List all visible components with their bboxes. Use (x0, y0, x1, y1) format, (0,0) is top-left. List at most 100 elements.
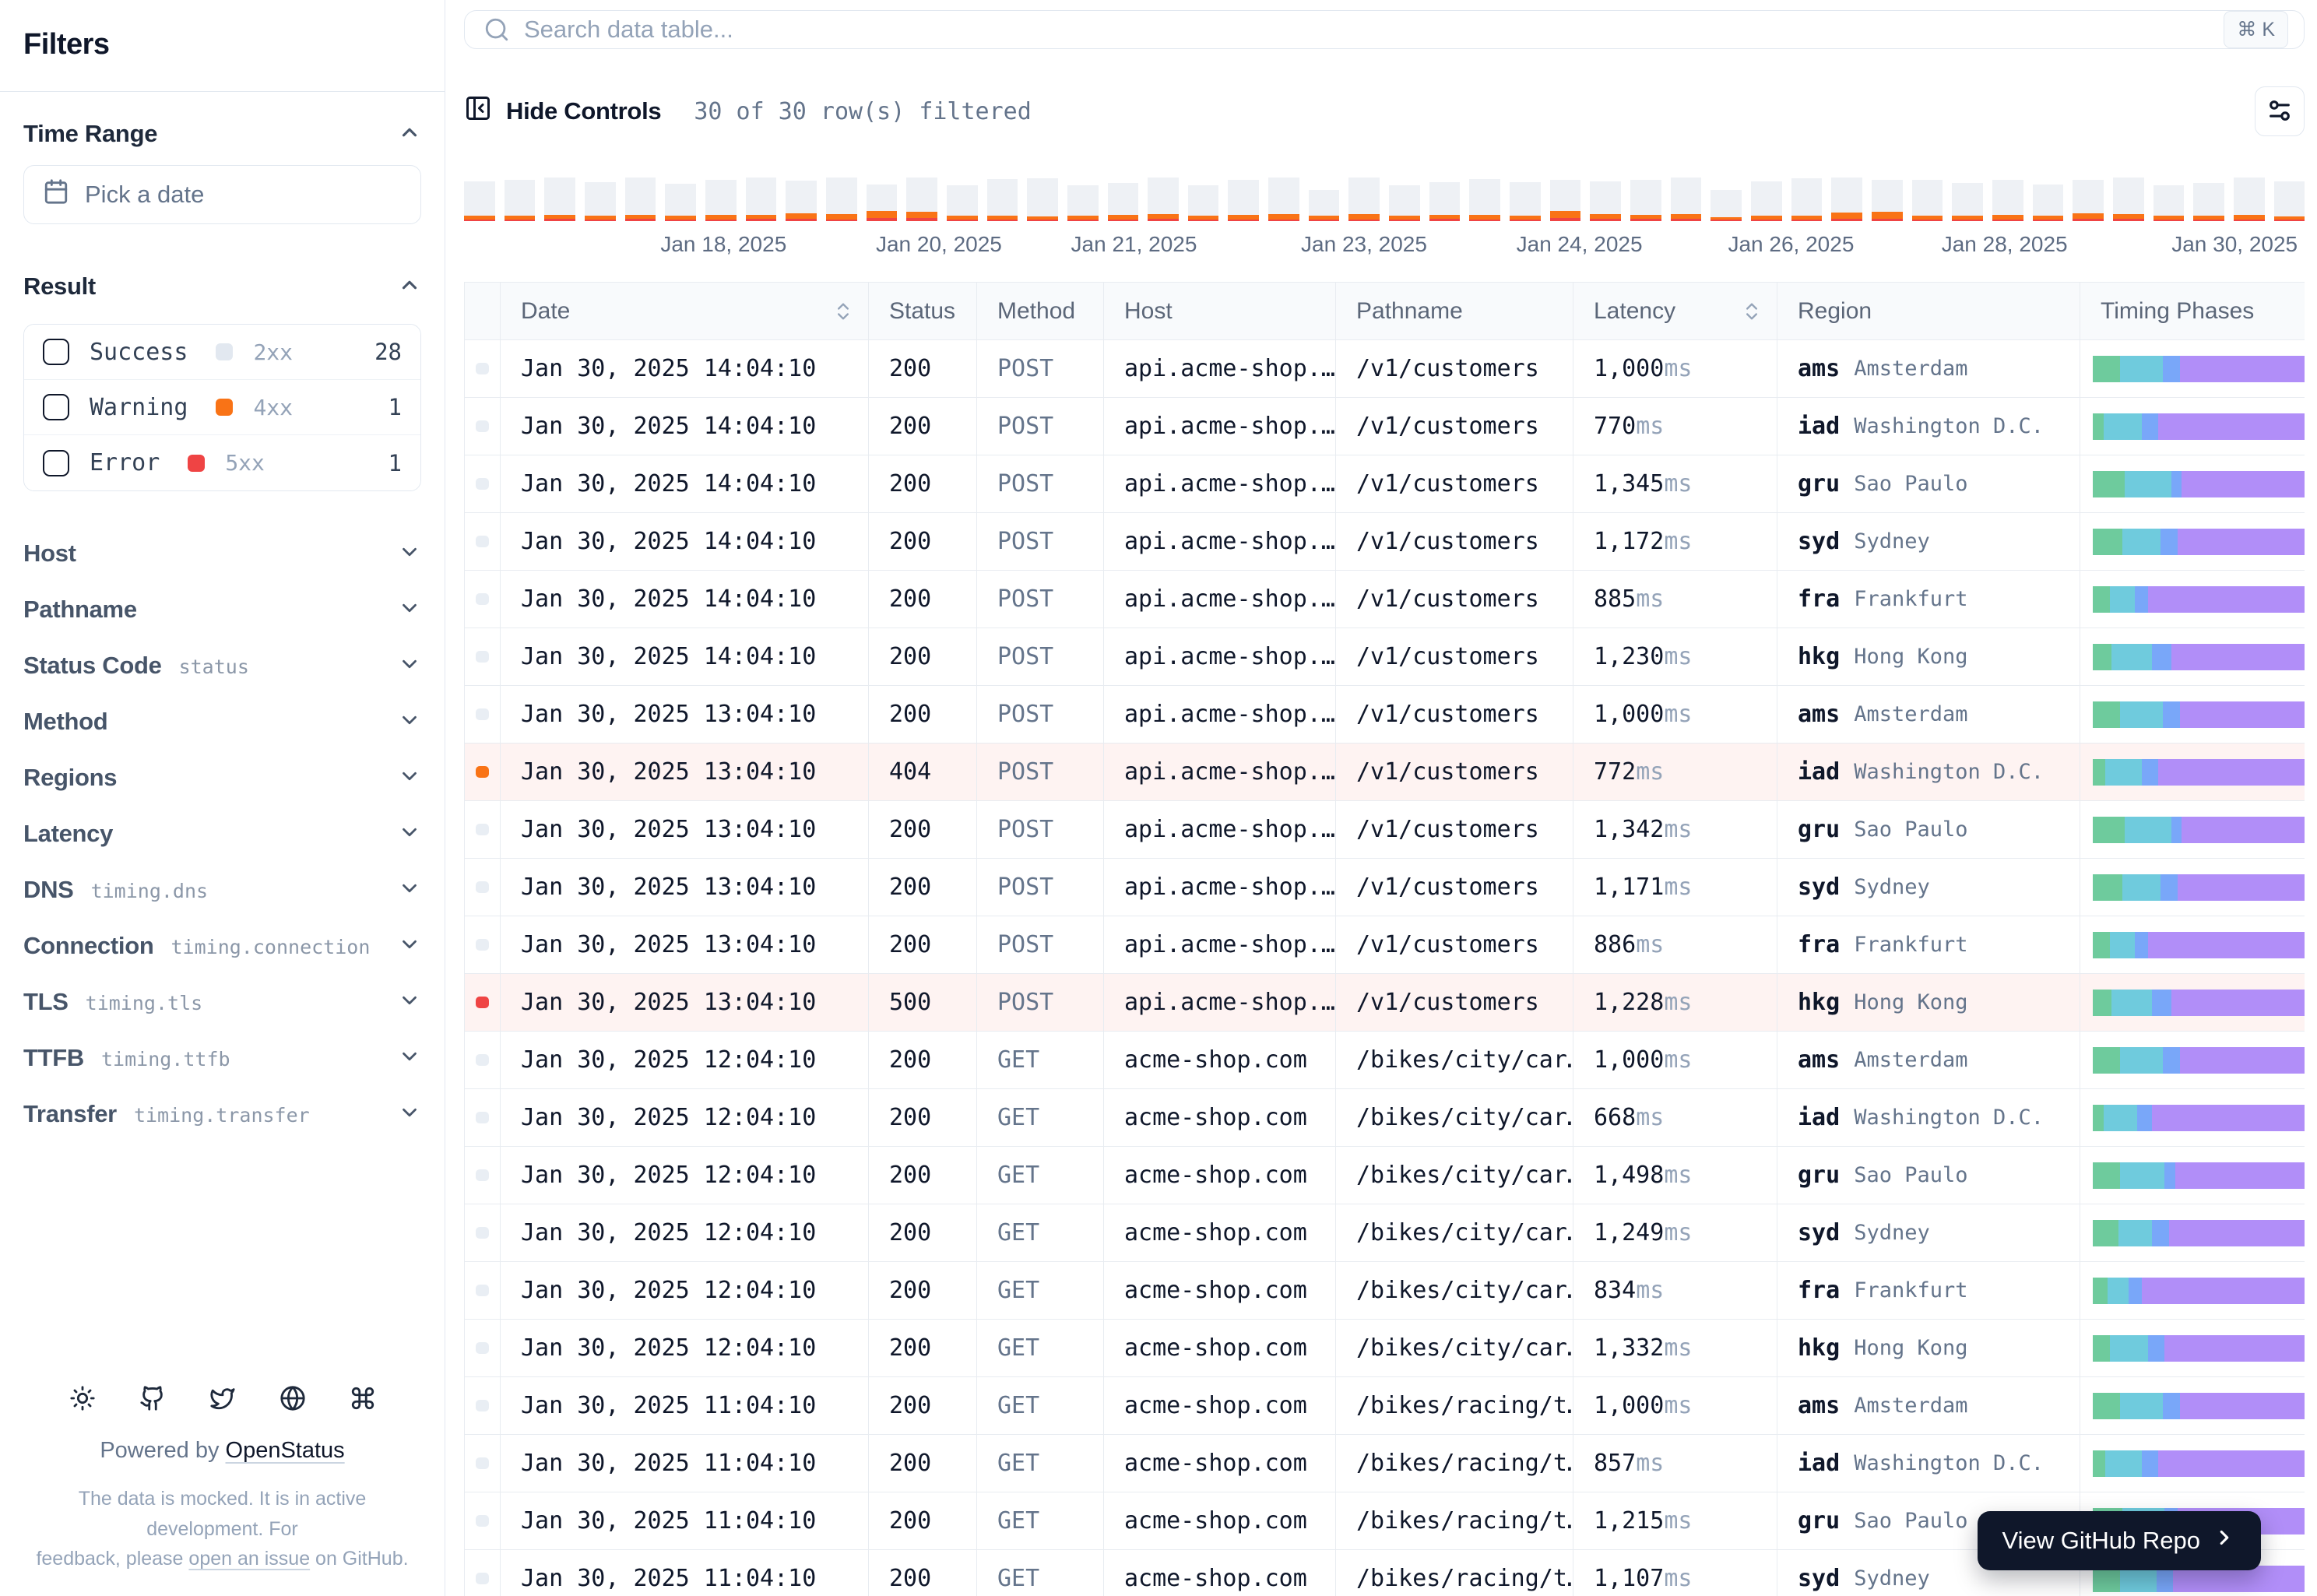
histogram-bar[interactable] (1148, 177, 1179, 221)
histogram-bar[interactable] (1107, 178, 1139, 221)
histogram-bar[interactable] (906, 178, 937, 221)
table-row[interactable]: Jan 30, 2025 12:04:10 200 GET acme-shop.com… (465, 1204, 2305, 1262)
histogram-bar[interactable] (786, 178, 817, 221)
table-row[interactable]: Jan 30, 2025 11:04:10 200 GET acme-shop.com… (465, 1377, 2305, 1435)
table-row[interactable]: Jan 30, 2025 12:04:10 200 GET acme-shop.com… (465, 1089, 2305, 1147)
sidebar-section-dns[interactable]: DNS timing.dns (23, 862, 421, 918)
sidebar-section-status-code[interactable]: Status Code status (23, 638, 421, 694)
histogram-bar[interactable] (1067, 178, 1099, 221)
histogram-bar[interactable] (1911, 178, 1943, 221)
histogram-bar[interactable] (1831, 178, 1862, 221)
date-picker-input[interactable]: Pick a date (23, 165, 421, 224)
histogram-bar[interactable] (1992, 178, 2023, 221)
result-option-error[interactable]: Error 5xx 1 (24, 435, 420, 490)
histogram-bar[interactable] (1952, 178, 1983, 221)
histogram-bar[interactable] (504, 178, 536, 221)
histogram-bar[interactable] (665, 178, 696, 221)
histogram-bar[interactable] (1751, 178, 1782, 221)
sidebar-section-latency[interactable]: Latency (23, 806, 421, 862)
histogram-bar[interactable] (1348, 178, 1380, 221)
histogram-bar[interactable] (1228, 178, 1260, 221)
sidebar-section-method[interactable]: Method (23, 694, 421, 750)
histogram-bar[interactable] (1308, 178, 1340, 221)
section-time-range[interactable]: Time Range (23, 120, 421, 148)
histogram-bar[interactable] (986, 178, 1018, 221)
histogram-bar[interactable] (2073, 178, 2104, 221)
histogram-bar[interactable] (1429, 178, 1461, 221)
sun-icon-button[interactable] (69, 1385, 96, 1411)
histogram-bar[interactable] (2032, 178, 2064, 221)
histogram-bar[interactable] (624, 178, 656, 221)
histogram-bar[interactable] (2112, 178, 2144, 221)
open-issue-link[interactable]: open an issue (188, 1548, 310, 1570)
sidebar-section-tls[interactable]: TLS timing.tls (23, 974, 421, 1030)
sidebar-section-regions[interactable]: Regions (23, 750, 421, 806)
column-header-latency[interactable]: Latency (1573, 283, 1777, 339)
sidebar-section-pathname[interactable]: Pathname (23, 582, 421, 638)
table-row[interactable]: Jan 30, 2025 12:04:10 200 GET acme-shop.com… (465, 1320, 2305, 1377)
histogram-bar[interactable] (1469, 178, 1501, 221)
success-checkbox[interactable] (43, 339, 69, 365)
sidebar-section-host[interactable]: Host (23, 526, 421, 582)
histogram-bar[interactable] (1670, 177, 1702, 221)
histogram-bar[interactable] (1187, 178, 1219, 221)
histogram-bar[interactable] (2193, 178, 2224, 221)
histogram-bar[interactable] (745, 178, 777, 221)
openstatus-link[interactable]: OpenStatus (226, 1438, 345, 1463)
search-input[interactable] (524, 16, 2210, 44)
histogram-bar[interactable] (2233, 178, 2265, 221)
histogram-bar[interactable] (825, 178, 857, 221)
histogram-bar[interactable] (584, 178, 616, 221)
table-row[interactable]: Jan 30, 2025 11:04:10 200 GET acme-shop.com… (465, 1435, 2305, 1492)
view-settings-button[interactable] (2255, 86, 2305, 136)
result-option-success[interactable]: Success 2xx 28 (24, 325, 420, 380)
table-row[interactable]: Jan 30, 2025 13:04:10 200 POST api.acme-sho… (465, 916, 2305, 974)
table-row[interactable]: Jan 30, 2025 13:04:10 404 POST api.acme-sho… (465, 744, 2305, 801)
table-row[interactable]: Jan 30, 2025 13:04:10 500 POST api.acme-sho… (465, 974, 2305, 1032)
table-row[interactable]: Jan 30, 2025 12:04:10 200 GET acme-shop.com… (465, 1032, 2305, 1089)
table-row[interactable]: Jan 30, 2025 14:04:10 200 POST api.acme-sho… (465, 628, 2305, 686)
table-row[interactable]: Jan 30, 2025 13:04:10 200 POST api.acme-sho… (465, 686, 2305, 744)
sidebar-section-transfer[interactable]: Transfer timing.transfer (23, 1086, 421, 1142)
histogram-bar[interactable] (705, 178, 737, 221)
sidebar-section-connection[interactable]: Connection timing.connection (23, 918, 421, 974)
sort-icon[interactable] (1741, 301, 1763, 322)
result-option-warning[interactable]: Warning 4xx 1 (24, 380, 420, 435)
histogram-bar[interactable] (1711, 178, 1742, 221)
column-header-date[interactable]: Date (501, 283, 869, 339)
sort-icon[interactable] (832, 301, 854, 322)
command-icon-button[interactable] (350, 1385, 376, 1411)
error-checkbox[interactable] (43, 449, 69, 476)
histogram-bar[interactable] (1590, 178, 1622, 221)
histogram-bar[interactable] (2273, 178, 2305, 221)
histogram-bar[interactable] (1389, 178, 1420, 221)
table-row[interactable]: Jan 30, 2025 14:04:10 200 POST api.acme-sho… (465, 513, 2305, 571)
histogram-bar[interactable] (1510, 178, 1541, 221)
histogram-bar[interactable] (1268, 178, 1299, 221)
table-row[interactable]: Jan 30, 2025 14:04:10 200 POST api.acme-sho… (465, 455, 2305, 513)
histogram-bar[interactable] (464, 178, 495, 221)
table-row[interactable]: Jan 30, 2025 12:04:10 200 GET acme-shop.com… (465, 1262, 2305, 1320)
view-github-repo-button[interactable]: View GitHub Repo (1977, 1511, 2261, 1570)
twitter-icon-button[interactable] (209, 1385, 236, 1411)
sidebar-section-ttfb[interactable]: TTFB timing.ttfb (23, 1030, 421, 1086)
table-row[interactable]: Jan 30, 2025 14:04:10 200 POST api.acme-sho… (465, 340, 2305, 398)
section-result[interactable]: Result (23, 272, 421, 301)
histogram-bar[interactable] (1791, 178, 1823, 221)
table-row[interactable]: Jan 30, 2025 12:04:10 200 GET acme-shop.com… (465, 1147, 2305, 1204)
table-row[interactable]: Jan 30, 2025 13:04:10 200 POST api.acme-sho… (465, 801, 2305, 859)
hide-controls-button[interactable]: Hide Controls (464, 94, 662, 128)
histogram-bar[interactable] (946, 178, 978, 221)
github-icon-button[interactable] (139, 1385, 166, 1411)
histogram-bar[interactable] (1630, 178, 1661, 221)
globe-icon-button[interactable] (280, 1385, 306, 1411)
warning-checkbox[interactable] (43, 394, 69, 420)
table-row[interactable]: Jan 30, 2025 14:04:10 200 POST api.acme-sho… (465, 398, 2305, 455)
histogram-bar[interactable] (544, 178, 575, 221)
histogram-bar[interactable] (1027, 178, 1058, 221)
table-row[interactable]: Jan 30, 2025 13:04:10 200 POST api.acme-sho… (465, 859, 2305, 916)
histogram-bar[interactable] (2153, 178, 2185, 221)
histogram-bar[interactable] (1871, 178, 1903, 221)
histogram-bar[interactable] (866, 178, 898, 221)
table-row[interactable]: Jan 30, 2025 14:04:10 200 POST api.acme-sho… (465, 571, 2305, 628)
